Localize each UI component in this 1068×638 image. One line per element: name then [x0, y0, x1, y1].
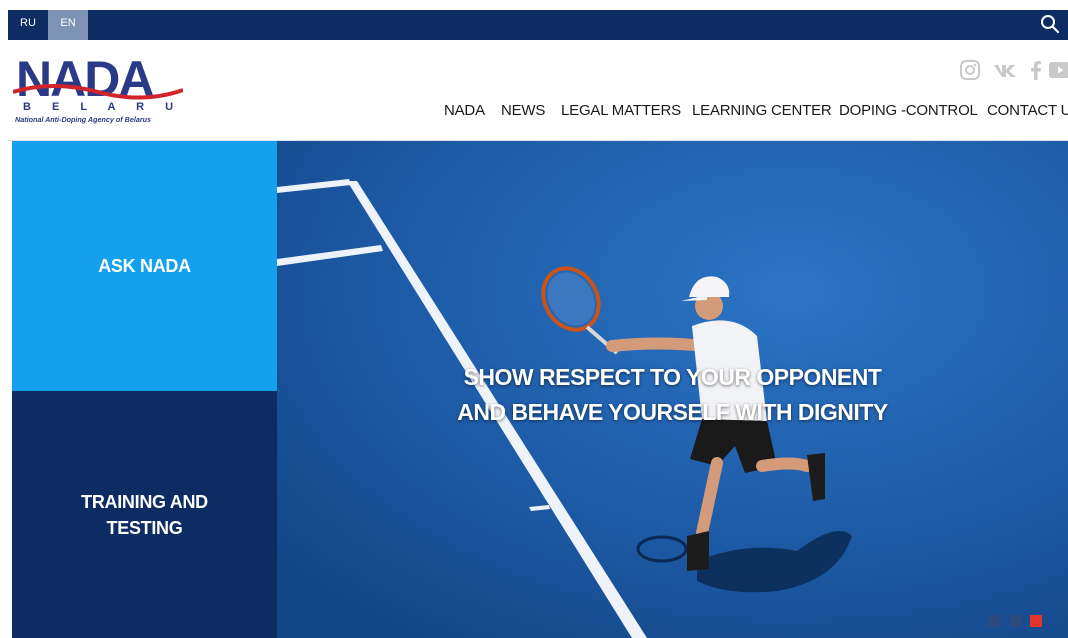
- ask-nada-tile[interactable]: ASK NADA: [12, 141, 277, 391]
- slider-dot-1[interactable]: [989, 615, 1002, 627]
- slider-dot-2[interactable]: [1009, 615, 1022, 627]
- main-nav: NADA NEWS LEGAL MATTERS LEARNING CENTER …: [8, 102, 1068, 126]
- training-label-line2: TESTING: [106, 518, 183, 538]
- search-icon[interactable]: [1040, 14, 1060, 34]
- training-label-line1: TRAINING AND: [81, 492, 208, 512]
- youtube-icon[interactable]: [1048, 58, 1068, 82]
- top-bar: RU EN: [8, 10, 1068, 40]
- page: RU EN NADA B E L A R U S National Anti-D…: [8, 10, 1068, 638]
- nav-item-nada[interactable]: NADA: [444, 102, 485, 119]
- hero-slider[interactable]: SHOW RESPECT TO YOUR OPPONENT AND BEHAVE…: [277, 141, 1068, 638]
- hero-slogan-line2: AND BEHAVE YOURSELF WITH DIGNITY: [457, 399, 888, 425]
- nav-item-learning-center[interactable]: LEARNING CENTER: [692, 102, 832, 119]
- hero-slogan-line1: SHOW RESPECT TO YOUR OPPONENT: [463, 364, 882, 390]
- slider-pagination: [985, 614, 1042, 627]
- header: NADA B E L A R U S National Anti-Doping …: [8, 40, 1068, 141]
- nav-item-news[interactable]: NEWS: [501, 102, 545, 119]
- nav-item-legal-matters[interactable]: LEGAL MATTERS: [561, 102, 681, 119]
- vk-icon[interactable]: [992, 58, 1020, 82]
- nav-item-contact-us[interactable]: CONTACT US: [987, 102, 1068, 119]
- ask-nada-label: ASK NADA: [98, 256, 191, 276]
- training-testing-tile[interactable]: TRAINING AND TESTING: [12, 391, 277, 638]
- nav-item-doping-control[interactable]: DOPING -CONTROL: [839, 102, 978, 119]
- instagram-icon[interactable]: [958, 58, 982, 82]
- facebook-icon[interactable]: [1024, 58, 1048, 82]
- lang-en-button[interactable]: EN: [48, 10, 88, 40]
- lang-ru-button[interactable]: RU: [8, 10, 48, 40]
- slider-dot-3-active[interactable]: [1030, 615, 1042, 627]
- hero-slogan: SHOW RESPECT TO YOUR OPPONENT AND BEHAVE…: [277, 360, 1068, 430]
